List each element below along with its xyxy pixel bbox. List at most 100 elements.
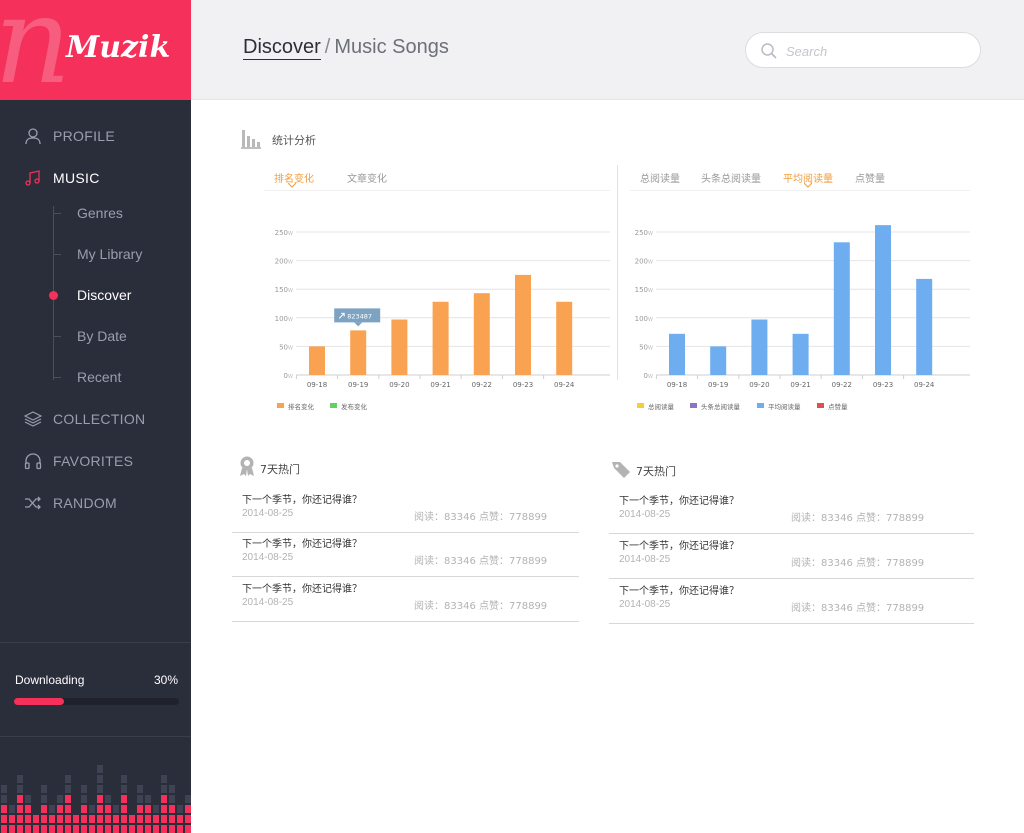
equalizer-cell <box>41 795 47 803</box>
equalizer-cell <box>121 785 127 793</box>
bar <box>875 225 891 375</box>
equalizer-cell <box>49 815 55 823</box>
bar <box>833 242 850 375</box>
y-tick-unit: W <box>288 317 293 323</box>
equalizer-cell <box>65 795 71 803</box>
equalizer-cell <box>153 825 159 833</box>
bar <box>916 278 933 375</box>
list-item[interactable]: 下一个季节，你还记得谁？ 2014-08-25 阅读：83346 点赞：7788… <box>609 533 974 579</box>
equalizer-cell <box>177 815 183 823</box>
list-item[interactable]: 下一个季节，你还记得谁？ 2014-08-25 阅读：83346 点赞：7788… <box>609 488 974 534</box>
equalizer-cell <box>145 795 151 803</box>
equalizer-cell <box>121 795 127 803</box>
equalizer-cell <box>49 805 55 813</box>
tab-headline-reads[interactable]: 头条总阅读量 <box>701 170 761 185</box>
tab-article-change[interactable]: 文章变化 <box>347 170 387 185</box>
equalizer-cell <box>97 795 103 803</box>
equalizer-cell <box>25 805 31 813</box>
bar <box>792 333 809 375</box>
y-tick-label: 100 <box>635 315 648 323</box>
list-item-stats: 阅读：83346 点赞：778899 <box>791 603 925 614</box>
equalizer-cell <box>185 825 191 833</box>
equalizer-cell <box>57 815 63 823</box>
list-item[interactable]: 下一个季节，你还记得谁？ 2014-08-25 阅读：83346 点赞：7788… <box>609 578 974 624</box>
y-tick-label: 200 <box>275 258 288 266</box>
user-icon <box>25 128 41 145</box>
equalizer-cell <box>89 825 95 833</box>
sidebar: n Muzik PROFILE MUSIC Genres My Library … <box>0 0 191 833</box>
equalizer-cell <box>97 765 103 773</box>
list-item-stats: 阅读：83346 点赞：778899 <box>791 513 925 524</box>
equalizer-cell <box>161 825 167 833</box>
bar <box>391 319 408 375</box>
y-tick-unit: W <box>648 260 653 266</box>
list-item-stats: 阅读：83346 点赞：778899 <box>791 558 925 569</box>
x-tick-label: 09-22 <box>472 381 492 389</box>
y-tick-label: 50 <box>279 343 288 351</box>
equalizer-cell <box>97 825 103 833</box>
tabs-divider <box>264 190 610 191</box>
equalizer-cell <box>89 805 95 813</box>
equalizer-cell <box>1 805 7 813</box>
equalizer-cell <box>161 815 167 823</box>
equalizer-visual <box>1 765 191 833</box>
equalizer-cell <box>169 795 175 803</box>
list-item[interactable]: 下一个季节，你还记得谁？ 2014-08-25 阅读：83346 点赞：7788… <box>232 531 579 577</box>
equalizer-cell <box>65 805 71 813</box>
list-item-date: 2014-08-25 <box>619 599 671 610</box>
nav-random[interactable]: RANDOM <box>0 488 191 518</box>
equalizer-cell <box>97 805 103 813</box>
equalizer-cell <box>17 785 23 793</box>
nav-favorites[interactable]: FAVORITES <box>0 446 191 476</box>
nav-collection[interactable]: COLLECTION <box>0 404 191 434</box>
sidebar-divider <box>0 736 191 737</box>
list-item-title: 下一个季节，你还记得谁？ <box>242 539 362 550</box>
list-item-stats: 阅读：83346 点赞：778899 <box>414 556 548 567</box>
tab-total-reads[interactable]: 总阅读量 <box>640 170 680 185</box>
y-tick-unit: W <box>288 231 293 237</box>
brand-logo[interactable]: n Muzik <box>0 0 191 100</box>
bar <box>751 319 768 375</box>
bar-chart-icon <box>241 130 261 149</box>
list-item-stats: 阅读：83346 点赞：778899 <box>414 512 548 523</box>
nav-profile-label: PROFILE <box>53 128 116 144</box>
search-input[interactable] <box>786 41 966 61</box>
equalizer-cell <box>9 825 15 833</box>
music-note-icon <box>25 170 40 186</box>
stats-title: 统计分析 <box>272 134 316 147</box>
tooltip-pointer <box>354 322 363 327</box>
breadcrumb-discover-link[interactable]: Discover <box>243 36 321 60</box>
equalizer-cell <box>33 825 39 833</box>
y-tick-unit: W <box>288 374 293 380</box>
equalizer-cell <box>161 805 167 813</box>
nav-profile[interactable]: PROFILE <box>0 121 191 151</box>
equalizer-cell <box>9 805 15 813</box>
x-tick-label: 09-20 <box>389 381 409 389</box>
tab-likes[interactable]: 点赞量 <box>855 170 885 185</box>
equalizer-cell <box>41 825 47 833</box>
submenu-tick <box>53 253 61 255</box>
x-tick-label: 09-23 <box>513 381 533 389</box>
list-item[interactable]: 下一个季节，你还记得谁？ 2014-08-25 阅读：83346 点赞：7788… <box>232 576 579 622</box>
equalizer-cell <box>17 775 23 783</box>
top-header: Discover / Music Songs <box>191 0 1024 100</box>
bar <box>350 330 367 375</box>
equalizer-cell <box>169 805 175 813</box>
equalizer-cell <box>1 825 7 833</box>
equalizer-cell <box>57 825 63 833</box>
equalizer-cell <box>41 805 47 813</box>
search-box[interactable] <box>745 32 981 68</box>
equalizer-cell <box>177 825 183 833</box>
submenu-tick <box>53 376 61 378</box>
equalizer-cell <box>65 825 71 833</box>
equalizer-cell <box>129 815 135 823</box>
equalizer-cell <box>25 815 31 823</box>
download-label: Downloading <box>15 673 85 687</box>
equalizer-cell <box>1 795 7 803</box>
nav-music[interactable]: MUSIC <box>0 163 191 193</box>
list-item-title: 下一个季节，你还记得谁？ <box>619 541 739 552</box>
equalizer-cell <box>137 795 143 803</box>
equalizer-cell <box>153 805 159 813</box>
bar <box>473 293 490 375</box>
list-item[interactable]: 下一个季节，你还记得谁？ 2014-08-25 阅读：83346 点赞：7788… <box>232 487 579 533</box>
